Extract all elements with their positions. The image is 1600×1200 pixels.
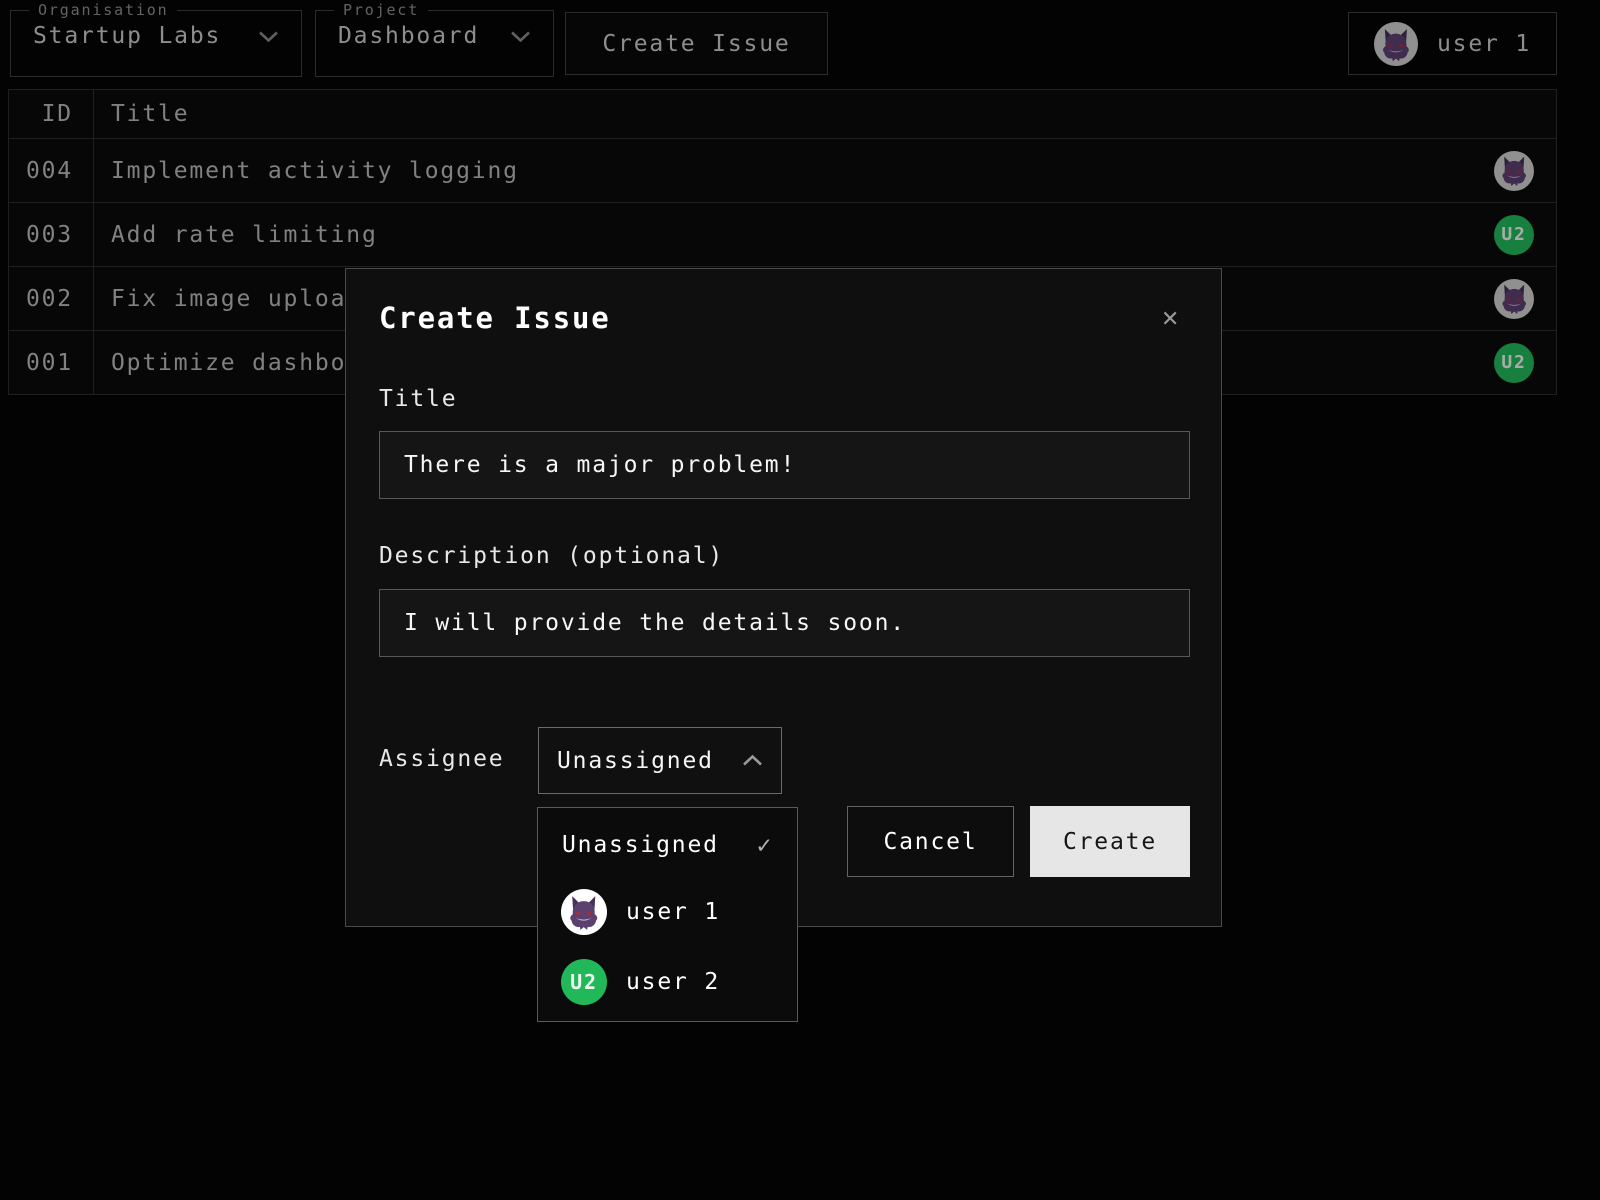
cancel-button[interactable]: Cancel [847,806,1014,877]
user2-avatar: U2 [561,959,607,1005]
user1-avatar [561,889,607,935]
assignee-dropdown-menu: Unassigned ✓ user 1 U2 user 2 [537,807,798,1022]
option-label: user 2 [626,969,720,995]
close-icon[interactable]: ✕ [1151,297,1191,337]
create-button-label: Create [1063,829,1157,855]
option-label: user 1 [626,899,720,925]
description-field-label: Description (optional) [379,543,724,569]
chevron-up-icon [742,754,763,767]
assignee-select[interactable]: Unassigned [538,727,782,794]
dropdown-option-unassigned[interactable]: Unassigned ✓ [538,822,797,868]
dropdown-option-user2[interactable]: U2 user 2 [538,954,797,1010]
app-window: Organisation Startup Labs Project Dashbo… [0,0,1600,1200]
check-icon: ✓ [757,831,773,859]
cancel-button-label: Cancel [883,829,977,855]
dropdown-option-user1[interactable]: user 1 [538,884,797,940]
create-button[interactable]: Create [1030,806,1190,877]
description-input[interactable] [379,589,1190,657]
title-input[interactable] [379,431,1190,499]
assignee-selected-value: Unassigned [557,748,714,774]
assignee-label: Assignee [379,746,505,772]
modal-title: Create Issue [379,301,611,335]
title-field-label: Title [379,386,457,412]
option-label: Unassigned [562,832,719,858]
